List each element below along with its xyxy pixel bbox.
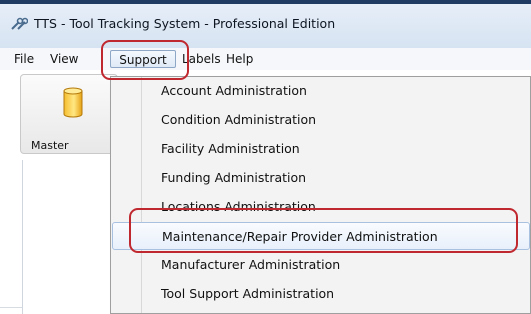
menu-item-maintenance-repair-provider-administration[interactable]: Maintenance/Repair Provider Administrati… [112, 222, 530, 250]
support-dropdown-menu: Account Administration Condition Adminis… [110, 76, 531, 314]
menu-labels[interactable]: Labels [178, 50, 225, 68]
title-bar: TTS - Tool Tracking System - Professiona… [0, 4, 531, 48]
menu-support[interactable]: Support [110, 50, 176, 68]
menu-item-condition-administration[interactable]: Condition Administration [112, 106, 530, 134]
master-button[interactable]: Master [20, 74, 118, 154]
tools-icon [10, 17, 28, 31]
master-label: Master [31, 139, 69, 152]
menu-help[interactable]: Help [222, 50, 257, 68]
menu-view[interactable]: View [46, 50, 82, 68]
menu-item-funding-administration[interactable]: Funding Administration [112, 164, 530, 192]
menu-item-locations-administration[interactable]: Locations Administration [112, 193, 530, 221]
menu-item-manufacturer-administration[interactable]: Manufacturer Administration [112, 251, 530, 279]
menu-file[interactable]: File [10, 50, 38, 68]
menu-item-account-administration[interactable]: Account Administration [112, 77, 530, 105]
menu-item-facility-administration[interactable]: Facility Administration [112, 135, 530, 163]
database-icon [63, 87, 83, 119]
window-title: TTS - Tool Tracking System - Professiona… [34, 16, 336, 31]
menu-bar: File View Support Labels Help [0, 48, 531, 71]
panel-divider [0, 307, 22, 308]
left-panel [22, 160, 116, 314]
menu-item-tool-support-administration[interactable]: Tool Support Administration [112, 280, 530, 308]
